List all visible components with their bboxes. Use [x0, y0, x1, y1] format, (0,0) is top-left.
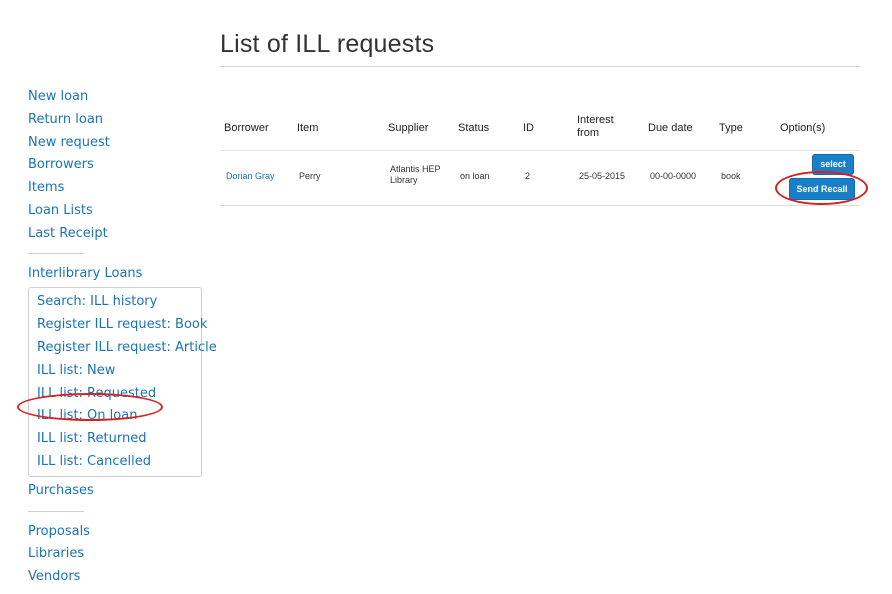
col-header-due-date: Due date: [648, 122, 693, 134]
nav-interlibrary-loans[interactable]: Interlibrary Loans: [28, 263, 208, 286]
nav-vendors[interactable]: Vendors: [28, 566, 208, 589]
ill-requests-table: Borrower Item Supplier Status ID Interes…: [220, 108, 868, 206]
nav-ill-list-requested[interactable]: ILL list: Requested: [37, 383, 201, 406]
sidebar-divider: [28, 510, 84, 512]
col-header-item: Item: [297, 122, 319, 134]
nav-proposals[interactable]: Proposals: [28, 521, 208, 544]
col-header-supplier: Supplier: [388, 122, 429, 134]
nav-ill-list-cancelled[interactable]: ILL list: Cancelled: [37, 451, 201, 474]
select-button[interactable]: select: [812, 154, 854, 175]
nav-ill-list-returned[interactable]: ILL list: Returned: [37, 428, 201, 451]
cell-supplier: Atlantis HEP Library: [390, 164, 441, 185]
cell-due-date: 00-00-0000: [650, 171, 697, 181]
title-divider: [220, 66, 860, 67]
nav-new-request[interactable]: New request: [28, 132, 208, 155]
page-title: List of ILL requests: [220, 30, 435, 58]
col-header-status: Status: [458, 122, 490, 134]
cell-interest-from: 25-05-2015: [579, 171, 626, 181]
cell-id: 2: [525, 171, 531, 181]
nav-libraries[interactable]: Libraries: [28, 543, 208, 566]
nav-ill-search-history[interactable]: Search: ILL history: [37, 291, 201, 314]
nav-return-loan[interactable]: Return loan: [28, 109, 208, 132]
col-header-options: Option(s): [780, 122, 826, 134]
nav-loan-lists[interactable]: Loan Lists: [28, 200, 208, 223]
cell-type: book: [721, 171, 741, 181]
ill-submenu: Search: ILL history Register ILL request…: [28, 287, 217, 477]
nav-ill-register-article[interactable]: Register ILL request: Article: [37, 337, 217, 360]
nav-purchases[interactable]: Purchases: [28, 480, 208, 503]
table-row: Dorian Gray Perry Atlantis HEP Library o…: [220, 151, 860, 206]
cell-item: Perry: [299, 171, 321, 181]
cell-status: on loan: [460, 171, 490, 181]
col-header-type: Type: [719, 122, 743, 134]
nav-items[interactable]: Items: [28, 177, 208, 200]
nav-ill-register-book[interactable]: Register ILL request: Book: [37, 314, 207, 337]
col-header-borrower: Borrower: [224, 122, 269, 134]
nav-new-loan[interactable]: New loan: [28, 86, 208, 109]
nav-last-receipt[interactable]: Last Receipt: [28, 223, 208, 246]
nav-borrowers[interactable]: Borrowers: [28, 154, 208, 177]
table-header: Borrower Item Supplier Status ID Interes…: [220, 108, 860, 151]
nav-ill-list-new[interactable]: ILL list: New: [37, 360, 201, 383]
col-header-id: ID: [523, 122, 534, 134]
sidebar: New loan Return loan New request Borrowe…: [28, 86, 217, 589]
col-header-interest-from: Interest from: [577, 114, 614, 139]
send-recall-button[interactable]: Send Recall: [789, 178, 855, 200]
nav-ill-list-on-loan[interactable]: ILL list: On loan: [37, 405, 201, 428]
sidebar-divider: [28, 252, 84, 254]
borrower-link[interactable]: Dorian Gray: [226, 171, 275, 182]
